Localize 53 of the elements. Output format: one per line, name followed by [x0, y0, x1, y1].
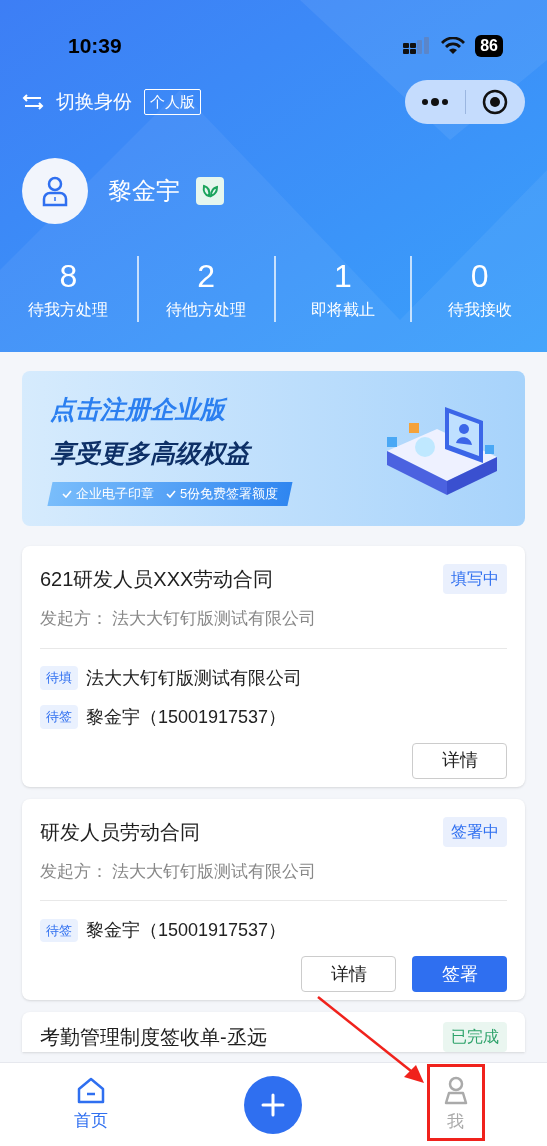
initiator-name: 法大大钉钉版测试有限公司 — [112, 608, 316, 630]
check-icon — [166, 490, 176, 498]
switch-identity-button[interactable]: 切换身份 — [22, 87, 132, 117]
signer-name: 黎金宇（15001917537） — [86, 919, 287, 942]
banner-title: 点击注册企业版 — [50, 391, 291, 429]
details-button[interactable]: 详情 — [301, 956, 396, 992]
home-tab[interactable]: 首页 — [68, 1071, 115, 1138]
capsule-menu[interactable] — [405, 80, 525, 124]
contract-card[interactable]: 考勤管理制度签收单-丞远 已完成 — [22, 1012, 525, 1052]
plus-icon — [261, 1092, 286, 1117]
user-name: 黎金宇 — [108, 176, 180, 206]
initiator-name: 法大大钉钉版测试有限公司 — [112, 860, 316, 883]
battery-indicator: 86 — [475, 35, 503, 57]
contract-title: 621研发人员XXX劳动合同 — [40, 567, 274, 592]
check-icon — [62, 490, 72, 498]
more-icon — [421, 98, 449, 106]
contract-card[interactable]: 621研发人员XXX劳动合同 填写中 发起方： 法大大钉钉版测试有限公司 待填 法大大钉钉版测试有限公司 待签 黎金宇（15001917537） 详情 — [22, 546, 525, 787]
home-icon — [76, 1075, 107, 1104]
signer-role-tag: 待签 — [40, 918, 78, 943]
stat-value: 8 — [59, 257, 78, 296]
feature-item: 企业电子印章 — [76, 485, 154, 504]
status-tag: 填写中 — [443, 564, 507, 594]
contract-title: 研发人员劳动合同 — [40, 819, 200, 845]
stat-label: 待我方处理 — [28, 300, 109, 320]
signal-icon — [403, 37, 432, 55]
stat-value: 0 — [470, 257, 489, 296]
wifi-icon — [441, 37, 466, 55]
target-icon — [482, 89, 508, 115]
stat-value: 2 — [197, 257, 215, 296]
swap-icon — [22, 93, 44, 111]
initiator-label: 发起方： — [40, 860, 108, 883]
initiator-label: 发起方： — [40, 608, 108, 630]
signer-name: 黎金宇（15001917537） — [86, 705, 287, 729]
status-tag: 已完成 — [443, 1022, 507, 1052]
status-time: 10:39 — [68, 33, 122, 60]
contract-card[interactable]: 研发人员劳动合同 签署中 发起方： 法大大钉钉版测试有限公司 待签 黎金宇（15001917537） 详情 签署 — [22, 798, 525, 1000]
contract-title: 考勤管理制度签收单-丞远 — [40, 1025, 267, 1050]
banner-subtitle: 享受更多高级权益 — [50, 437, 253, 469]
signer-name: 法大大钉钉版测试有限公司 — [86, 666, 302, 690]
signer-role-tag: 待签 — [40, 705, 78, 729]
stat-label: 即将截止 — [310, 300, 375, 320]
stat-label: 待我接收 — [447, 300, 512, 320]
leaf-badge-icon — [196, 177, 224, 205]
promo-banner[interactable]: 点击注册企业版 享受更多高级权益 企业电子印章 5份免费签署额度 — [22, 371, 525, 526]
details-button[interactable]: 详情 — [412, 742, 507, 779]
status-tag: 签署中 — [443, 816, 507, 847]
person-icon — [40, 175, 70, 207]
stat-label: 待他方处理 — [166, 300, 247, 320]
stat-value: 1 — [333, 257, 352, 296]
edition-badge: 个人版 — [144, 88, 201, 116]
feature-item: 5份免费签署额度 — [180, 485, 279, 504]
sign-button[interactable]: 签署 — [412, 956, 507, 992]
signer-role-tag: 待填 — [40, 666, 78, 690]
